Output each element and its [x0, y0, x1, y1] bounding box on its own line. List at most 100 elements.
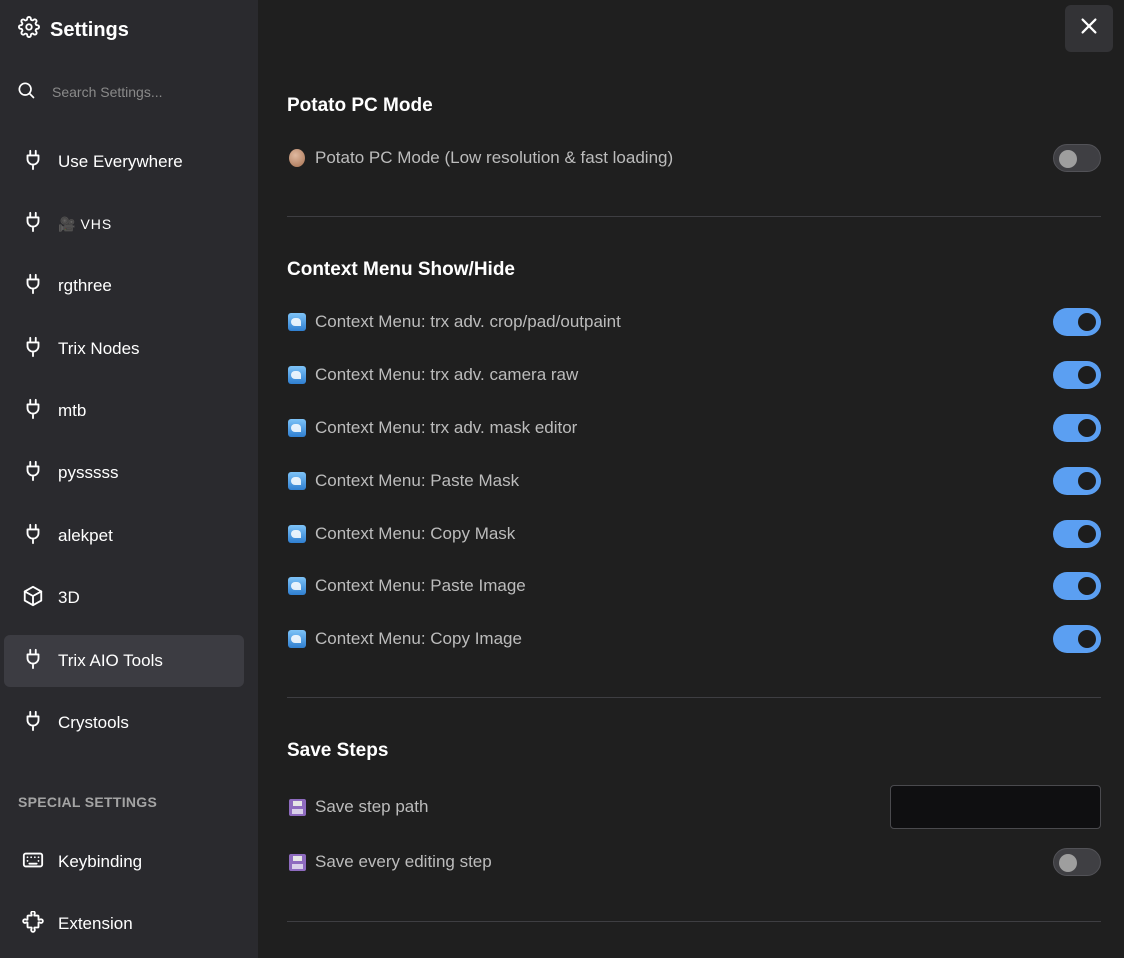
sidebar-item-pysssss[interactable]: pysssss	[4, 447, 244, 499]
setting-label: Context Menu: Paste Mask	[315, 471, 520, 490]
sidebar-item-rgthree[interactable]: rgthree	[4, 260, 244, 312]
sidebar-item-label: Trix Nodes	[58, 339, 140, 358]
toggle-knob	[1078, 366, 1096, 384]
setting-row: Context Menu: Paste Image	[287, 569, 1101, 603]
sidebar-item-label: pysssss	[58, 463, 119, 482]
toggle-knob	[1078, 419, 1096, 437]
settings-main-panel: Potato PC Mode Potato PC Mode (Low resol…	[258, 0, 1124, 958]
plug-icon	[22, 273, 44, 300]
context-menu-mask-editor-toggle[interactable]	[1053, 414, 1101, 442]
setting-label: Context Menu: Copy Image	[315, 629, 522, 648]
toggle-knob	[1078, 577, 1096, 595]
sidebar-item-use-everywhere[interactable]: Use Everywhere	[4, 136, 244, 188]
setting-row: Context Menu: Paste Mask	[287, 464, 1101, 498]
toggle-knob	[1078, 525, 1096, 543]
plug-icon	[22, 398, 44, 425]
settings-sidebar: Settings Use Everywhere 🎥VHS rgthree Tri…	[0, 0, 258, 958]
sidebar-item-crystools[interactable]: Crystools	[4, 697, 244, 749]
setting-label: Context Menu: trx adv. mask editor	[315, 418, 578, 437]
setting-row: Context Menu: trx adv. mask editor	[287, 411, 1101, 445]
sidebar-item-keybinding[interactable]: Keybinding	[4, 836, 244, 888]
sidebar-item-mtb[interactable]: mtb	[4, 385, 244, 437]
sidebar-item-label: rgthree	[58, 276, 112, 295]
setting-row: Context Menu: Copy Mask	[287, 517, 1101, 551]
sidebar-item-vhs[interactable]: 🎥 VHS	[4, 198, 244, 250]
toggle-knob	[1078, 472, 1096, 490]
setting-row: Context Menu: trx adv. camera raw	[287, 358, 1101, 392]
sidebar-item-label: mtb	[58, 401, 87, 420]
sidebar-header: Settings	[18, 16, 129, 44]
context-menu-paste-mask-toggle[interactable]	[1053, 467, 1101, 495]
setting-label: Context Menu: Copy Mask	[315, 524, 516, 543]
sidebar-item-label: alekpet	[58, 526, 113, 545]
search-icon	[16, 80, 36, 105]
sidebar-item-vhs-label: 🎥 VHS	[58, 215, 113, 232]
gear-icon	[18, 16, 40, 44]
floppy-disk-icon	[287, 797, 307, 817]
sidebar-item-trix-aio-tools[interactable]: Trix AIO Tools	[4, 635, 244, 687]
setting-label: Context Menu: trx adv. crop/pad/outpaint	[315, 312, 621, 331]
close-button[interactable]	[1065, 5, 1113, 52]
setting-label: Save every editing step	[315, 852, 492, 871]
divider	[287, 921, 1101, 922]
setting-row: Save step path	[287, 785, 1101, 829]
search-box	[16, 78, 246, 106]
potato-icon	[287, 148, 307, 168]
divider	[287, 216, 1101, 217]
wave-icon	[287, 365, 307, 385]
puzzle-icon	[22, 909, 44, 938]
section-title-potato-pc-mode: Potato PC Mode	[287, 95, 433, 116]
sidebar-item-label: Extension	[58, 914, 133, 933]
toggle-knob	[1078, 630, 1096, 648]
wave-icon	[287, 312, 307, 332]
context-menu-camera-raw-toggle[interactable]	[1053, 361, 1101, 389]
special-settings-label: SPECIAL SETTINGS	[18, 794, 158, 810]
setting-row: Context Menu: trx adv. crop/pad/outpaint	[287, 305, 1101, 339]
setting-label: Potato PC Mode (Low resolution & fast lo…	[315, 148, 674, 167]
divider	[287, 697, 1101, 698]
section-title-save-steps: Save Steps	[287, 740, 389, 761]
sidebar-item-label: Trix AIO Tools	[58, 651, 163, 670]
wave-icon	[287, 418, 307, 438]
setting-label: Save step path	[315, 797, 429, 816]
sidebar-item-extension[interactable]: Extension	[4, 898, 244, 950]
setting-row: Context Menu: Copy Image	[287, 622, 1101, 656]
toggle-knob	[1059, 854, 1077, 872]
video-camera-icon: 🎥	[58, 215, 77, 232]
setting-row: Potato PC Mode (Low resolution & fast lo…	[287, 141, 1101, 175]
wave-icon	[287, 576, 307, 596]
plug-icon	[22, 211, 44, 238]
sidebar-item-3d[interactable]: 3D	[4, 572, 244, 624]
keyboard-icon	[22, 849, 44, 876]
context-menu-crop-toggle[interactable]	[1053, 308, 1101, 336]
setting-label: Context Menu: trx adv. camera raw	[315, 365, 579, 384]
potato-mode-toggle[interactable]	[1053, 144, 1101, 172]
plug-icon	[22, 648, 44, 675]
toggle-knob	[1059, 150, 1077, 168]
sidebar-item-label: Keybinding	[58, 852, 143, 871]
search-input[interactable]	[52, 84, 232, 100]
section-title-context-menu: Context Menu Show/Hide	[287, 259, 515, 280]
sidebar-item-trix-nodes[interactable]: Trix Nodes	[4, 323, 244, 375]
plug-icon	[22, 710, 44, 737]
sidebar-item-label: 3D	[58, 588, 80, 607]
setting-label: Context Menu: Paste Image	[315, 576, 526, 595]
context-menu-paste-image-toggle[interactable]	[1053, 572, 1101, 600]
wave-icon	[287, 471, 307, 491]
close-icon	[1078, 15, 1100, 42]
plug-icon	[22, 336, 44, 363]
context-menu-copy-image-toggle[interactable]	[1053, 625, 1101, 653]
sidebar-item-label: Crystools	[58, 713, 129, 732]
sidebar-title: Settings	[50, 18, 129, 41]
sidebar-item-alekpet[interactable]: alekpet	[4, 510, 244, 562]
sidebar-item-label: Use Everywhere	[58, 152, 183, 171]
cube-icon	[22, 585, 44, 612]
save-every-step-toggle[interactable]	[1053, 848, 1101, 876]
wave-icon	[287, 524, 307, 544]
plug-icon	[22, 149, 44, 176]
save-step-path-input[interactable]	[890, 785, 1101, 829]
plug-icon	[22, 460, 44, 487]
floppy-disk-icon	[287, 852, 307, 872]
wave-icon	[287, 629, 307, 649]
context-menu-copy-mask-toggle[interactable]	[1053, 520, 1101, 548]
